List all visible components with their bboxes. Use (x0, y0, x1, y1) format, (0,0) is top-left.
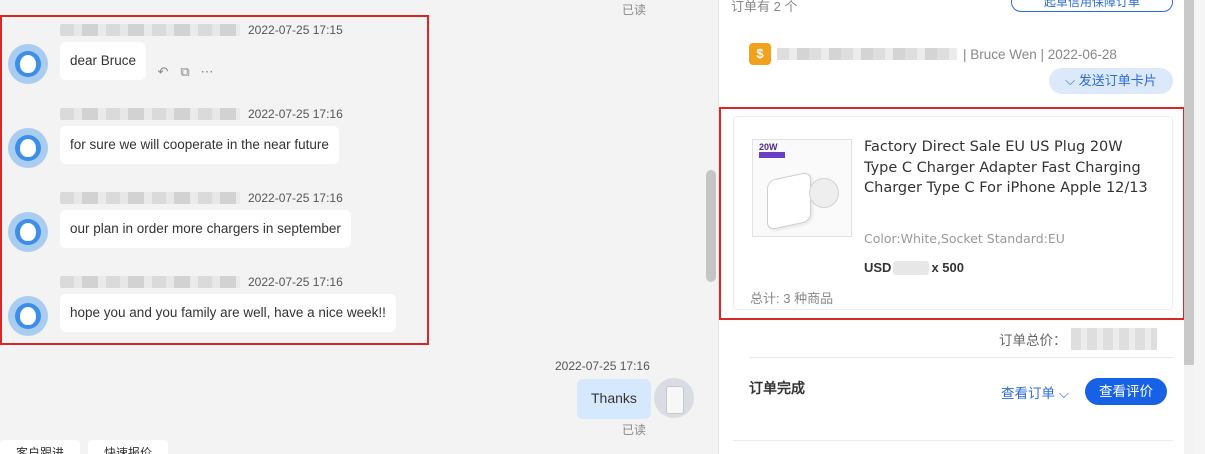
outgoing-message-bubble[interactable]: Thanks (577, 379, 651, 419)
order-total-blurred (1070, 328, 1157, 350)
view-order-label: 查看订单 (1001, 386, 1055, 401)
coin-icon: $ (749, 43, 771, 65)
chevron-down-icon: ⌵ (1058, 386, 1069, 401)
tab-customer-followup[interactable]: 客户跟进 (0, 440, 81, 454)
highlight-box (0, 15, 429, 345)
order-panel-scrollbar[interactable] (1184, 0, 1194, 365)
read-status: 已读 (622, 423, 647, 437)
product-avatar[interactable] (654, 378, 694, 418)
chevron-down-icon: ⌵ (1065, 73, 1076, 88)
send-order-card-label: 发送订单卡片 (1078, 73, 1157, 88)
divider (749, 357, 1173, 358)
message-time: 2022-07-25 17:16 (555, 359, 650, 373)
tab-quick-quote[interactable]: 快速报价 (88, 440, 169, 454)
highlight-box (719, 107, 1185, 320)
order-status: 订单完成 (749, 381, 805, 397)
view-review-button[interactable]: 查看评价 (1085, 378, 1167, 405)
chat-scrollbar[interactable] (706, 170, 716, 282)
chat-pane: 已读 2022-07-25 17:15 dear Bruce ↶ ⧉ ⋯ 202… (0, 0, 718, 454)
send-order-card-button[interactable]: ⌵ 发送订单卡片 (1049, 68, 1173, 94)
order-total: 订单总价： (999, 328, 1157, 350)
view-order-link[interactable]: 查看订单 ⌵ (1001, 382, 1069, 402)
order-header: $ | Bruce Wen | 2022-06-28 (749, 43, 1117, 65)
order-header-text: | Bruce Wen | 2022-06-28 (963, 46, 1117, 62)
bottom-tabs: 客户跟进 快速报价 (0, 440, 169, 454)
order-count-title: 订单有 2 个 (731, 0, 798, 14)
window-edge (1194, 0, 1205, 454)
read-status: 已读 (622, 3, 647, 17)
divider (733, 440, 1173, 441)
draft-guarantee-order-button[interactable]: 起草信用保障订单 (1011, 0, 1173, 12)
order-total-label: 订单总价： (999, 333, 1067, 348)
shop-name-blurred (777, 48, 957, 60)
